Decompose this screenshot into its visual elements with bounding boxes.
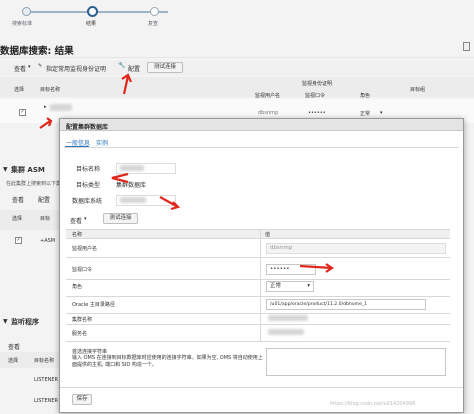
edit-icon: ✎ bbox=[38, 63, 43, 69]
monitoring-password-value: •••••• bbox=[270, 266, 290, 272]
property-name: 服务名 bbox=[72, 331, 88, 337]
test-connection-button[interactable]: 测试连接 bbox=[103, 213, 138, 224]
row-checkbox[interactable]: ✓ bbox=[15, 237, 22, 244]
chevron-down-icon: ▾ bbox=[307, 283, 310, 289]
monitoring-user-value: dbsnmp bbox=[258, 110, 279, 116]
oracle-home-value: /u01/app/oracle/product/11.2.0/dbhome_1 bbox=[270, 302, 368, 307]
cluster-name-redacted bbox=[268, 315, 308, 321]
role-select[interactable]: 正常 ▾ bbox=[266, 281, 314, 292]
property-name: 角色 bbox=[72, 284, 83, 290]
target-type-value: 集群数据库 bbox=[116, 182, 147, 189]
page-title: 数据库搜索: 结果 bbox=[0, 46, 74, 57]
configure-cluster-db-dialog: 配置集群数据库 一般信息 实例 目标名称 目标类型 集群数据库 数据库系统 查看… bbox=[59, 118, 464, 413]
collapse-icon[interactable]: ▼ bbox=[3, 166, 8, 173]
column-header: 监视身份证明 bbox=[302, 81, 333, 87]
target-type-label: 目标类型 bbox=[76, 182, 101, 189]
configure-button[interactable]: 配置 bbox=[38, 195, 50, 204]
service-name-redacted bbox=[268, 329, 304, 335]
step-dot-active bbox=[87, 6, 98, 17]
scroll-up-icon[interactable] bbox=[463, 42, 470, 51]
column-header: 选择 bbox=[8, 358, 19, 364]
expand-icon[interactable]: ▸ bbox=[44, 104, 47, 110]
chevron-down-icon: ▾ bbox=[28, 64, 31, 70]
wrench-icon: 🔧 bbox=[118, 62, 126, 69]
property-name: 监视用户名 bbox=[72, 246, 98, 252]
step-label: 结果 bbox=[86, 21, 97, 27]
column-header: 目标 bbox=[40, 216, 51, 222]
properties-table-header bbox=[66, 229, 450, 239]
collapse-icon[interactable]: ▼ bbox=[3, 318, 8, 325]
view-menu[interactable]: 查看 bbox=[12, 195, 24, 204]
test-connection-button[interactable]: 测试连接 bbox=[147, 62, 183, 73]
preferred-conn-label: 首选连接字符串 bbox=[72, 349, 108, 355]
dialog-title: 配置集群数据库 bbox=[66, 124, 109, 131]
target-name-label: 目标名称 bbox=[76, 166, 101, 173]
view-menu[interactable]: 查看 bbox=[14, 64, 26, 73]
listener-row: LISTENER bbox=[34, 377, 59, 383]
chevron-down-icon: ▾ bbox=[84, 216, 87, 222]
column-header-value: 值 bbox=[265, 232, 271, 238]
column-header: 目标名称 bbox=[34, 358, 55, 364]
column-header: 角色 bbox=[360, 93, 371, 99]
db-system-label: 数据库系统 bbox=[72, 198, 103, 205]
property-name: 监视口令 bbox=[72, 267, 93, 273]
row-checkbox[interactable]: ✓ bbox=[19, 109, 26, 116]
asm-target: +ASM bbox=[40, 238, 56, 244]
role-value: 正常 bbox=[360, 111, 371, 117]
chevron-down-icon: ▾ bbox=[380, 110, 383, 116]
tab-instances[interactable]: 实例 bbox=[96, 138, 108, 147]
property-name: Oracle 主目录路径 bbox=[72, 302, 115, 308]
target-name-redacted bbox=[50, 104, 72, 111]
specify-credentials-button[interactable]: 指定常用监视身份证明 bbox=[46, 64, 106, 73]
property-name: 集群名称 bbox=[72, 317, 93, 323]
role-value: 正常 bbox=[270, 283, 282, 289]
column-header: 监视用户名 bbox=[255, 93, 281, 99]
step-label: 复查 bbox=[148, 21, 159, 27]
step-label: 搜索标准 bbox=[12, 21, 33, 27]
monitoring-password-value: •••••• bbox=[308, 110, 326, 116]
column-header: 选择 bbox=[14, 87, 25, 93]
preferred-conn-textarea[interactable] bbox=[266, 348, 446, 376]
target-name-input[interactable] bbox=[116, 163, 176, 174]
target-name-redacted bbox=[120, 165, 144, 171]
watermark: https://blog.csdn.net/u014204998 bbox=[330, 401, 416, 407]
section-title: 监听程序 bbox=[11, 318, 39, 326]
dialog-header bbox=[60, 119, 463, 131]
monitoring-password-input[interactable]: •••••• bbox=[266, 264, 316, 275]
monitoring-user-input[interactable]: dbsnmp bbox=[266, 243, 446, 254]
configure-button[interactable]: 配置 bbox=[128, 64, 140, 73]
section-title: 集群 ASM bbox=[11, 166, 45, 174]
column-header: 选择 bbox=[12, 216, 23, 222]
db-system-redacted bbox=[120, 197, 146, 203]
column-header-name: 名称 bbox=[72, 232, 83, 238]
view-menu[interactable]: 查看 bbox=[70, 216, 82, 225]
step-dot bbox=[22, 7, 31, 16]
listener-row: LISTENER bbox=[34, 398, 59, 404]
oracle-home-input[interactable]: /u01/app/oracle/product/11.2.0/dbhome_1 bbox=[266, 299, 426, 310]
preferred-conn-hint: 输入 OMS 在连接到目标数据库时应使用的连接字符串。如果为空, OMS 将自动… bbox=[72, 355, 263, 368]
column-header: 目标组 bbox=[410, 87, 426, 93]
column-header: 监视口令 bbox=[305, 93, 326, 99]
column-header: 目标名称 bbox=[40, 87, 61, 93]
save-button[interactable]: 保存 bbox=[72, 394, 92, 405]
db-system-input[interactable] bbox=[116, 195, 176, 206]
monitoring-user-value: dbsnmp bbox=[270, 245, 293, 251]
view-menu[interactable]: 查看 bbox=[8, 342, 20, 351]
step-dot bbox=[150, 7, 159, 16]
